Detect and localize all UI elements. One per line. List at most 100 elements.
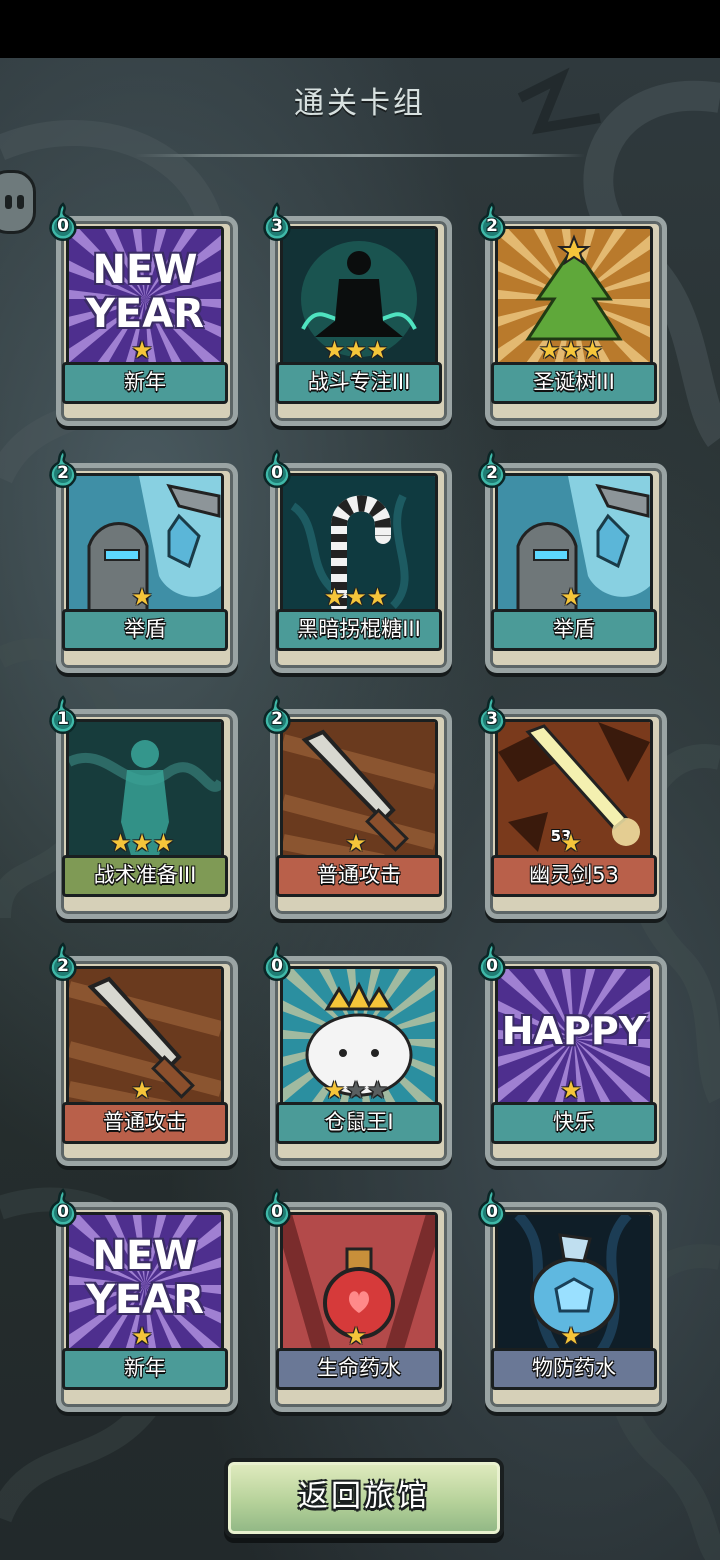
energy-cost-value: 2: [57, 956, 69, 976]
deck-card[interactable]: ★★★ 黑暗拐棍糖III 0: [263, 449, 452, 673]
energy-cost-value: 0: [57, 216, 69, 236]
card-stars: ★: [266, 831, 446, 855]
star-icon: ★: [560, 336, 582, 364]
star-icon: ★: [152, 829, 175, 857]
energy-cost-value: 2: [486, 463, 498, 483]
energy-cost-badge: 2: [46, 942, 80, 982]
card-stars: ★★★: [52, 831, 232, 855]
card-stars: ★★★: [266, 585, 446, 609]
energy-cost-badge: 2: [260, 695, 294, 735]
energy-cost-badge: 0: [475, 942, 509, 982]
card-stars: ★: [52, 1324, 232, 1348]
star-icon: ★: [109, 829, 132, 857]
energy-cost-badge: 0: [475, 1188, 509, 1228]
star-icon: ★: [538, 336, 561, 364]
title-divider: [135, 154, 585, 157]
card-stars: ★: [481, 831, 661, 855]
return-to-inn-button[interactable]: 返回旅馆: [224, 1458, 504, 1538]
card-name: 新年: [62, 1348, 228, 1390]
deck-card[interactable]: HAPPY ★ 快乐 0: [478, 942, 667, 1166]
card-art-text: HAPPY: [501, 1009, 647, 1053]
deck-card[interactable]: ★★★ 仓鼠王I 0: [263, 942, 452, 1166]
star-icon: ★: [345, 1322, 367, 1350]
deck-card[interactable]: 53 ★ 幽灵剑53 3: [478, 695, 667, 919]
card-stars: ★: [266, 1324, 446, 1348]
star-icon: ★: [560, 829, 582, 857]
deck-card[interactable]: ★ 举盾 2: [49, 449, 238, 673]
card-name: 普通攻击: [62, 1102, 228, 1144]
star-icon: ★: [560, 1076, 582, 1104]
energy-cost-badge: 2: [46, 449, 80, 489]
energy-cost-badge: 0: [260, 449, 294, 489]
card-name: 战术准备III: [62, 855, 228, 897]
card-name: 战斗专注III: [276, 362, 442, 404]
deck-card[interactable]: ★★★ 圣诞树III 2: [478, 202, 667, 426]
energy-cost-badge: 2: [475, 449, 509, 489]
star-icon: ★: [345, 583, 367, 611]
star-icon: ★: [345, 336, 367, 364]
card-stars: ★★★: [266, 338, 446, 362]
energy-cost-value: 2: [486, 216, 498, 236]
deck-card[interactable]: ★★★ 战术准备III 1: [49, 695, 238, 919]
card-stars: ★: [481, 1078, 661, 1102]
card-name: 举盾: [491, 609, 657, 651]
energy-cost-badge: 1: [46, 695, 80, 735]
card-name: 幽灵剑53: [491, 855, 657, 897]
deck-card[interactable]: ★ 举盾 2: [478, 449, 667, 673]
star-icon: ★: [131, 1322, 153, 1350]
star-icon: ★: [345, 1076, 367, 1104]
page-title: 通关卡组: [294, 86, 426, 121]
star-icon: ★: [323, 1076, 346, 1104]
card-name: 圣诞树III: [491, 362, 657, 404]
energy-cost-value: 3: [271, 216, 283, 236]
ghost-face-decoration: [0, 170, 36, 234]
card-stars: ★: [481, 1324, 661, 1348]
card-name: 新年: [62, 362, 228, 404]
deck-card[interactable]: ★★★ 战斗专注III 3: [263, 202, 452, 426]
card-name: 物防药水: [491, 1348, 657, 1390]
energy-cost-value: 2: [271, 709, 283, 729]
energy-cost-value: 0: [271, 1202, 283, 1222]
card-art-text: YEAR: [85, 291, 205, 337]
deck-card[interactable]: NEW YEAR ★ 新年 0: [49, 1188, 238, 1412]
card-stars: ★★★: [481, 338, 661, 362]
energy-cost-value: 0: [486, 1202, 498, 1222]
energy-cost-value: 0: [271, 463, 283, 483]
energy-cost-value: 0: [486, 956, 498, 976]
energy-cost-badge: 0: [260, 942, 294, 982]
energy-cost-value: 0: [57, 1202, 69, 1222]
card-stars: ★: [481, 585, 661, 609]
star-icon: ★: [366, 1076, 389, 1104]
energy-cost-value: 3: [486, 709, 498, 729]
deck-card[interactable]: NEW YEAR ★ 新年 0: [49, 202, 238, 426]
star-icon: ★: [581, 336, 604, 364]
card-name: 黑暗拐棍糖III: [276, 609, 442, 651]
deck-card[interactable]: ★ 普通攻击 2: [49, 942, 238, 1166]
energy-cost-badge: 2: [475, 202, 509, 242]
star-icon: ★: [560, 583, 582, 611]
star-icon: ★: [131, 829, 153, 857]
star-icon: ★: [131, 336, 153, 364]
card-stars: ★: [52, 1078, 232, 1102]
card-name: 举盾: [62, 609, 228, 651]
card-name: 生命药水: [276, 1348, 442, 1390]
card-name: 普通攻击: [276, 855, 442, 897]
energy-cost-value: 1: [57, 709, 69, 729]
star-icon: ★: [131, 583, 153, 611]
energy-cost-badge: 3: [475, 695, 509, 735]
card-stars: ★: [52, 585, 232, 609]
star-icon: ★: [345, 829, 367, 857]
status-bar: [0, 0, 720, 58]
star-icon: ★: [323, 336, 346, 364]
card-stars: ★: [52, 338, 232, 362]
energy-cost-badge: 3: [260, 202, 294, 242]
card-name: 仓鼠王I: [276, 1102, 442, 1144]
deck-card[interactable]: ★ 生命药水 0: [263, 1188, 452, 1412]
energy-cost-badge: 0: [260, 1188, 294, 1228]
star-icon: ★: [560, 1322, 582, 1350]
deck-card[interactable]: ★ 物防药水 0: [478, 1188, 667, 1412]
star-icon: ★: [366, 583, 389, 611]
energy-cost-value: 0: [271, 956, 283, 976]
deck-card[interactable]: ★ 普通攻击 2: [263, 695, 452, 919]
star-icon: ★: [366, 336, 389, 364]
